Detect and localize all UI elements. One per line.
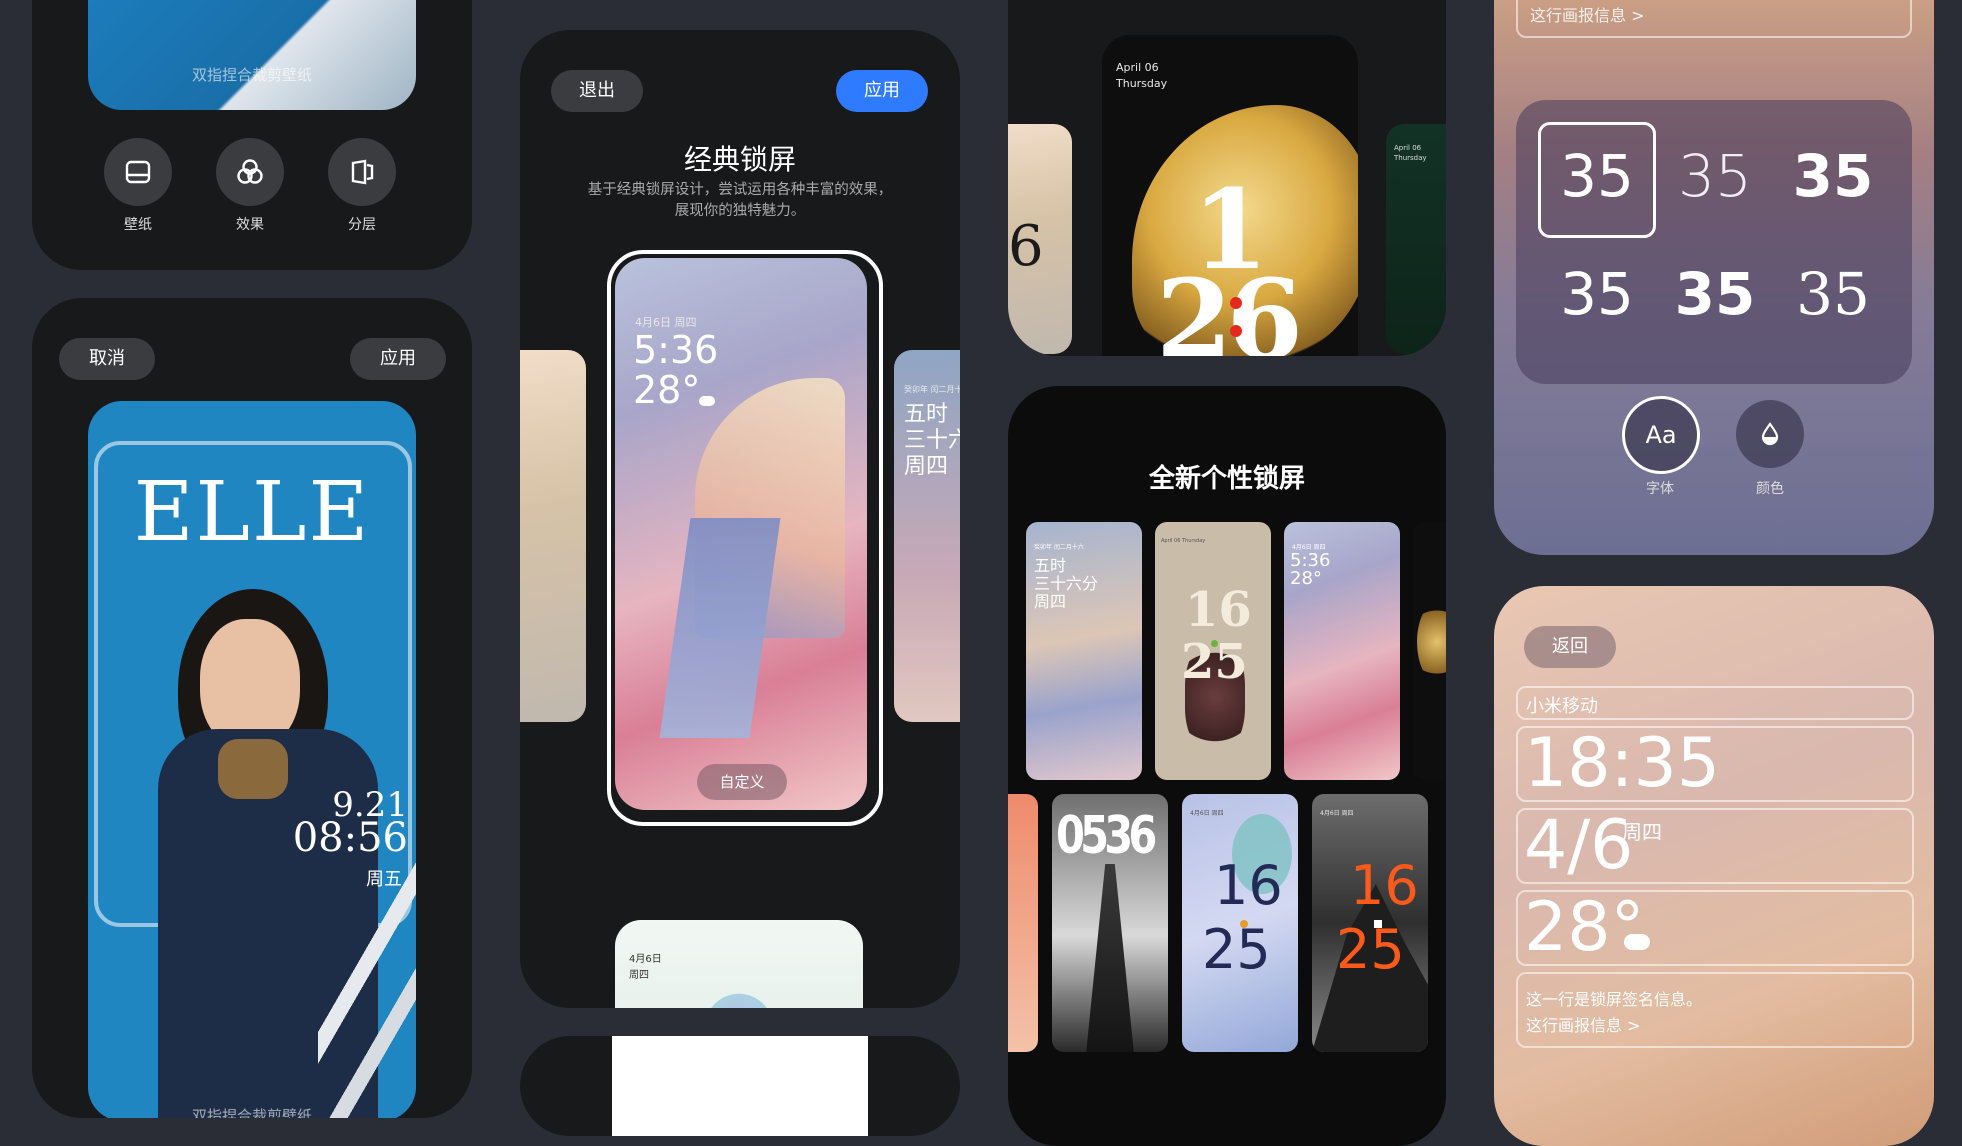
clock-weekday: 周四 [1622, 820, 1662, 844]
section-title: 全新个性锁屏 [1148, 464, 1305, 494]
next-style-preview[interactable]: 4月6日 周四 [615, 920, 863, 1008]
effects-button[interactable] [216, 138, 284, 206]
magazine-title: ELLE [133, 465, 371, 560]
red-dot [1230, 297, 1242, 309]
flower-lockscreen-preview[interactable]: April 06 Thursday 1 26 [1102, 35, 1358, 356]
effects-icon [237, 159, 263, 184]
wallpaper-label: 壁纸 [124, 217, 152, 233]
poster-info-link[interactable]: 这行画报信息 > [1526, 1012, 1641, 1036]
weather-cloud-icon [1624, 934, 1650, 950]
weather-cloud-icon [699, 396, 715, 406]
lockscreen-thumb-classic[interactable]: 4月6日 周四 5:36 28° [1284, 522, 1400, 780]
carrier-box[interactable]: 小米移动 [1516, 686, 1914, 720]
bottom-partial-card [520, 1036, 960, 1136]
next-style-thumb[interactable]: April 06 Thursday [1386, 124, 1446, 354]
left-style-preview[interactable] [520, 350, 586, 722]
top-info-box: 这行画报信息 > [1516, 0, 1912, 38]
side-vertical-text-3: 周四 [904, 454, 949, 479]
date-box[interactable]: 4/6 周四 [1516, 806, 1914, 885]
crop-hint-bottom: 双指捏合裁剪壁纸 [191, 1107, 312, 1118]
layers-icon [351, 159, 374, 185]
wallpaper-button[interactable] [104, 138, 172, 206]
elle-wallpaper-preview[interactable]: ELLE 9.21 08:56 周五 双指捏合裁剪壁纸 [88, 401, 416, 1118]
classic-preview-screen: 4月6日 周四 5:36 28° 自定义 [615, 258, 867, 810]
lockscreen-thumb-red[interactable] [1008, 794, 1038, 1052]
right-style-preview[interactable]: 癸卯年 闰二月十六 五时 三十六 周四 [894, 350, 960, 722]
customize-button[interactable]: 自定义 [697, 764, 787, 800]
flower-date: April 06 [1116, 61, 1159, 74]
flower-minutes: 26 [1156, 255, 1303, 356]
wallpaper-tools-card: 双指捏合裁剪壁纸 壁纸 效果 分层 [32, 0, 472, 270]
font-sample-4[interactable]: 35 [1538, 260, 1656, 328]
cancel-button[interactable]: 取消 [59, 338, 155, 380]
flower-style-carousel-card: 6 April 06 Thursday 1 26 April 06 Thursd… [1008, 0, 1446, 356]
font-sample-3[interactable]: 35 [1774, 142, 1892, 210]
apply-button[interactable]: 应用 [350, 338, 446, 380]
lockscreen-thumb-partial[interactable] [1413, 522, 1446, 780]
exit-button[interactable]: 退出 [551, 70, 643, 112]
color-label: 颜色 [1756, 481, 1784, 497]
lockscreen-time: 08:56 [292, 815, 408, 861]
preview-temperature: 28° [633, 368, 701, 412]
layers-label: 分层 [348, 217, 376, 233]
font-sample-2[interactable]: 35 [1656, 142, 1774, 210]
new-lockscreens-card: 全新个性锁屏 癸卯年 闰二月十六 五时 三十六分 周四 April 06 Thu… [1008, 386, 1446, 1146]
preview-time: 5:36 [633, 328, 719, 372]
lockscreen-thumb-mountain[interactable]: 4月6日 周四 16 25 [1312, 794, 1428, 1052]
font-button[interactable]: Aa [1622, 396, 1700, 474]
font-samples-panel: 35 35 35 35 35 35 [1516, 100, 1912, 384]
font-button-label: Aa [1645, 421, 1677, 449]
font-sample-5[interactable]: 35 [1656, 260, 1774, 328]
crop-hint: 双指捏合裁剪壁纸 [191, 66, 312, 84]
effects-label: 效果 [236, 217, 264, 233]
lockscreen-thumb-pastel[interactable]: 4月6日 周四 16 25 [1182, 794, 1298, 1052]
layout-edit-card: 返回 小米移动 18:35 4/6 周四 28° 这一行是锁屏签名信息。 这行画… [1494, 586, 1934, 1146]
color-button[interactable] [1736, 400, 1804, 468]
page-description-1: 基于经典锁屏设计，尝试运用各种丰富的效果， [587, 182, 893, 198]
selected-phone-frame[interactable]: 4月6日 周四 5:36 28° 自定义 [607, 250, 883, 826]
apply-button-primary[interactable]: 应用 [836, 70, 928, 112]
signature-box[interactable]: 这一行是锁屏签名信息。 这行画报信息 > [1516, 972, 1914, 1048]
color-drop-icon [1761, 422, 1779, 446]
image-icon [125, 160, 151, 184]
lockscreen-thumb-flower[interactable]: April 06 Thursday 16 25 [1155, 522, 1271, 780]
font-sample-1[interactable]: 35 [1538, 142, 1656, 210]
back-button[interactable]: 返回 [1524, 626, 1616, 668]
flower-illustration [699, 988, 779, 1008]
weather-temp: 28° [1524, 888, 1645, 967]
classic-lockscreen-card: 退出 应用 经典锁屏 基于经典锁屏设计，尝试运用各种丰富的效果， 展现你的独特魅… [520, 30, 960, 1008]
wallpaper-preview-crop[interactable]: 双指捏合裁剪壁纸 [88, 0, 416, 110]
font-sample-6[interactable]: 35 [1774, 260, 1892, 328]
wallpaper-editor-card: 取消 应用 ELLE 9.21 08:56 周五 双指捏合裁剪壁纸 [32, 298, 472, 1118]
lockscreen-weekday: 周五 [366, 869, 402, 890]
font-label: 字体 [1646, 481, 1674, 497]
carrier-name: 小米移动 [1526, 696, 1598, 717]
red-dot [1230, 325, 1242, 337]
font-picker-card: 这行画报信息 > 35 35 35 35 35 35 Aa 字体 颜色 [1494, 0, 1934, 555]
page-description-2: 展现你的独特魅力。 [674, 203, 806, 219]
layers-button[interactable] [328, 138, 396, 206]
flower-weekday: Thursday [1116, 77, 1168, 90]
clock-time: 18:35 [1524, 724, 1720, 803]
lockscreen-thumb-chinese[interactable]: 癸卯年 闰二月十六 五时 三十六分 周四 [1026, 522, 1142, 780]
clock-date: 4/6 [1524, 806, 1634, 885]
time-box[interactable]: 18:35 [1516, 724, 1914, 803]
signature-line: 这一行是锁屏签名信息。 [1526, 990, 1703, 1009]
lockscreen-thumb-building[interactable]: 0536 [1052, 794, 1168, 1052]
weather-box[interactable]: 28° [1516, 888, 1914, 967]
prev-style-thumb[interactable]: 6 [1008, 124, 1072, 354]
page-title: 经典锁屏 [683, 143, 796, 176]
